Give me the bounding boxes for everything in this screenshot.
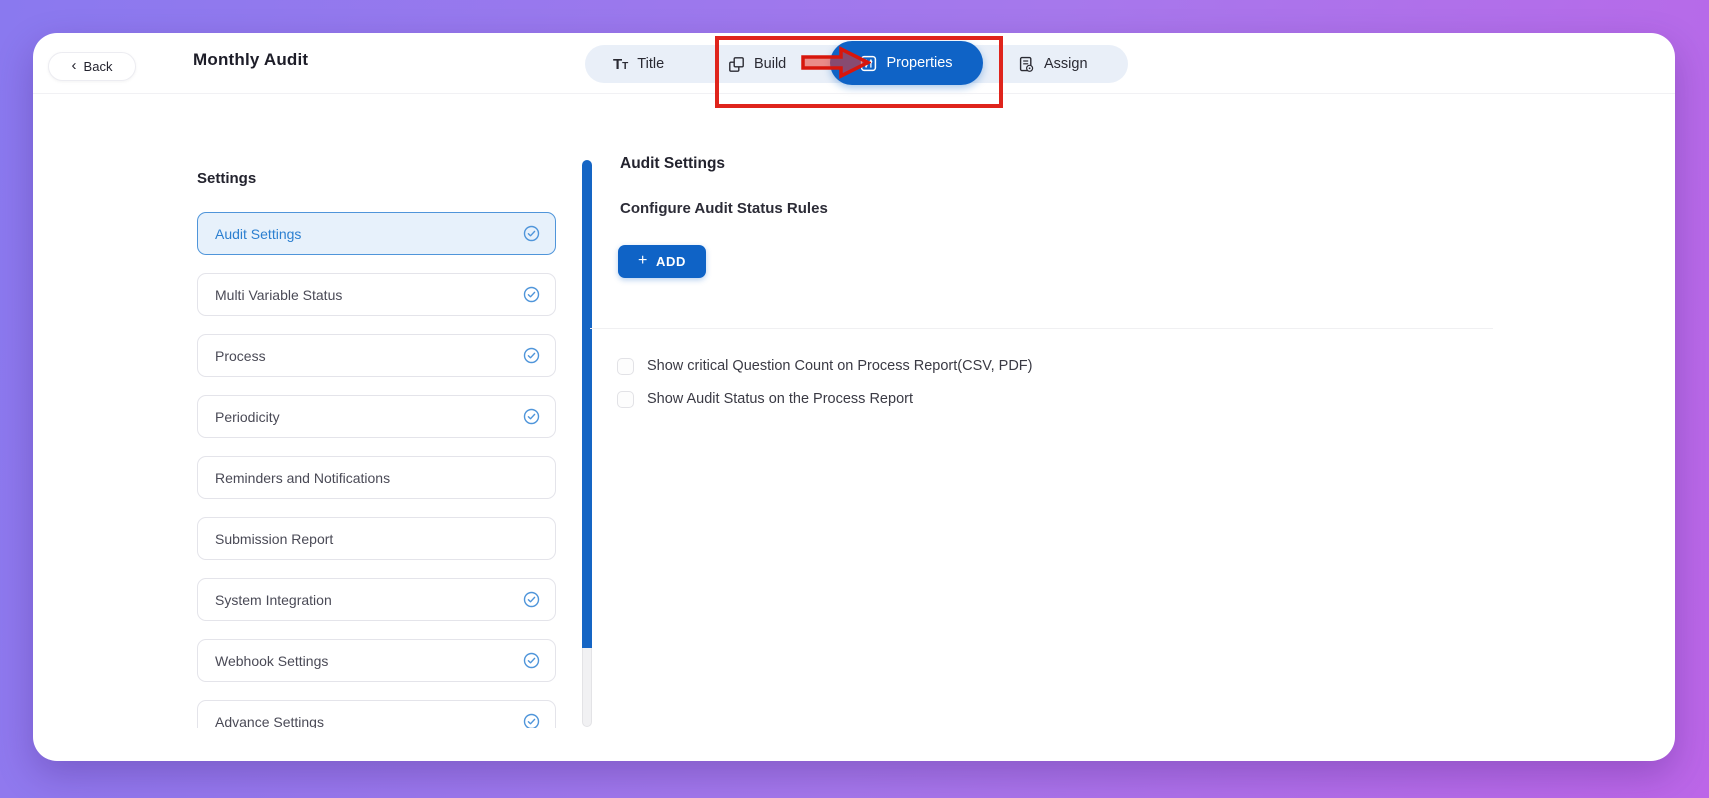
tab-label: Assign xyxy=(1044,56,1088,72)
sidebar-item-submission-report[interactable]: Submission Report xyxy=(197,517,556,560)
scrollbar-filled-segment xyxy=(582,160,592,648)
checkbox[interactable] xyxy=(617,357,634,375)
sidebar-item-periodicity[interactable]: Periodicity xyxy=(197,395,556,438)
sidebar-item-label: Submission Report xyxy=(215,530,334,547)
sidebar-item-label: Process xyxy=(215,347,266,364)
check-circle-icon xyxy=(523,713,540,728)
add-button[interactable]: + ADD xyxy=(618,245,706,278)
tab-label: Title xyxy=(637,56,665,72)
checkbox-row-show-audit-status-on-the-process-report[interactable]: Show Audit Status on the Process Report xyxy=(617,389,1032,409)
checkbox-row-show-critical-question-count-on-process-[interactable]: Show critical Question Count on Process … xyxy=(617,356,1032,376)
main-card: ‹ Back Monthly Audit TT Title Build Propert… xyxy=(33,33,1675,761)
content-divider xyxy=(590,328,1493,329)
sidebar-item-label: Audit Settings xyxy=(215,225,302,242)
back-button[interactable]: ‹ Back xyxy=(48,52,136,81)
sidebar-item-label: Multi Variable Status xyxy=(215,286,343,303)
sidebar-item-label: System Integration xyxy=(215,591,332,608)
page-title: Monthly Audit xyxy=(193,50,309,69)
checkbox-list: Show critical Question Count on Process … xyxy=(617,356,1032,409)
check-circle-icon xyxy=(523,591,540,608)
tab-bar: TT Title Build Properties Assign xyxy=(585,41,1128,85)
sidebar-scrollbar[interactable] xyxy=(582,160,592,727)
checkbox[interactable] xyxy=(617,390,634,408)
assign-icon xyxy=(1018,56,1035,73)
tab-label: Build xyxy=(754,56,787,72)
back-button-label: Back xyxy=(83,59,113,74)
sidebar-item-label: Periodicity xyxy=(215,408,280,425)
sidebar-heading: Settings xyxy=(197,170,257,187)
checkbox-label: Show critical Question Count on Process … xyxy=(647,358,1033,374)
check-circle-icon xyxy=(523,286,540,303)
tab-build[interactable]: Build xyxy=(728,45,786,83)
build-icon xyxy=(728,56,745,73)
sidebar-item-reminders-and-notifications[interactable]: Reminders and Notifications xyxy=(197,456,556,499)
back-chevron-icon: ‹ xyxy=(71,57,77,74)
sidebar-settings-list: Audit Settings Multi Variable Status Proce… xyxy=(197,212,556,728)
tab-assign[interactable]: Assign xyxy=(1018,45,1088,83)
tab-title[interactable]: TT Title xyxy=(613,45,664,83)
sidebar-item-system-integration[interactable]: System Integration xyxy=(197,578,556,621)
sidebar-item-label: Webhook Settings xyxy=(215,652,329,669)
plus-icon: + xyxy=(638,252,648,269)
sidebar-item-label: Reminders and Notifications xyxy=(215,469,391,486)
content-section-heading: Audit Settings xyxy=(620,155,726,172)
sidebar-item-advance-settings[interactable]: Advance Settings xyxy=(197,700,556,728)
scrollbar-thumb[interactable] xyxy=(582,648,592,727)
page-background: { "header": { "back": { "chevron": "‹", … xyxy=(0,0,1709,798)
sidebar-item-label: Advance Settings xyxy=(215,713,324,729)
tab-label: Properties xyxy=(886,55,953,71)
properties-icon xyxy=(860,55,877,72)
title-icon: TT xyxy=(613,55,629,73)
tab-properties[interactable]: Properties xyxy=(830,41,983,85)
check-circle-icon xyxy=(523,225,540,242)
checkbox-label: Show Audit Status on the Process Report xyxy=(647,391,913,407)
sidebar-item-webhook-settings[interactable]: Webhook Settings xyxy=(197,639,556,682)
sidebar-item-audit-settings[interactable]: Audit Settings xyxy=(197,212,556,255)
sidebar-item-multi-variable-status[interactable]: Multi Variable Status xyxy=(197,273,556,316)
check-circle-icon xyxy=(523,408,540,425)
check-circle-icon xyxy=(523,652,540,669)
content-subheading: Configure Audit Status Rules xyxy=(620,200,828,217)
add-button-label: ADD xyxy=(655,254,686,269)
check-circle-icon xyxy=(523,347,540,364)
sidebar-item-process[interactable]: Process xyxy=(197,334,556,377)
header-divider xyxy=(33,93,1675,94)
